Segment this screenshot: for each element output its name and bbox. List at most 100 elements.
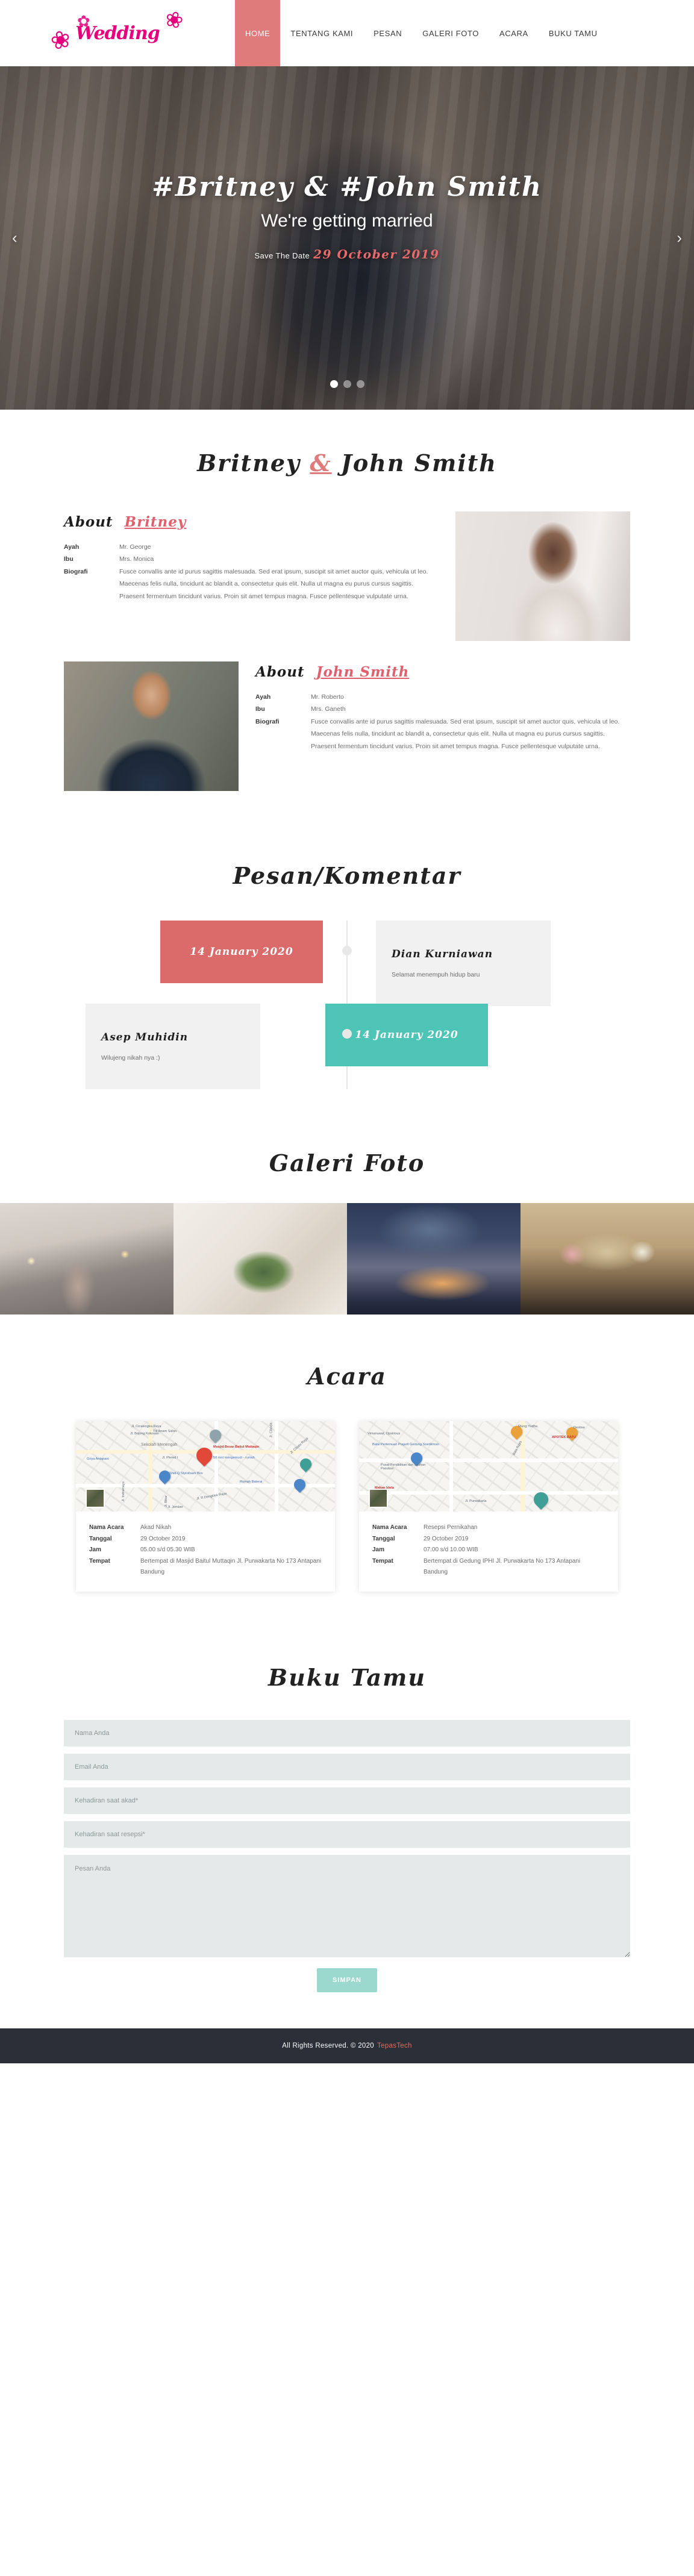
map-street-thumbnail-akad[interactable] (86, 1489, 105, 1508)
about-bride-key-ayah: Ayah (64, 543, 80, 551)
about-bride-value-ibu: Mrs. Monica (119, 555, 154, 563)
email-anda-input[interactable] (64, 1753, 630, 1780)
map-label-jl-indramayu: Jl. Indramayu (121, 1481, 125, 1502)
about-groom-heading-name: John Smith (316, 664, 410, 680)
nav-item-tentang-kami[interactable]: TENTANG KAMI (280, 0, 363, 66)
nav-item-buku-tamu[interactable]: BUKU TAMU (539, 0, 608, 66)
about-groom-key-ayah: Ayah (255, 693, 271, 701)
carousel-dot-1[interactable] (330, 380, 338, 388)
gallery-photo-2[interactable] (174, 1203, 347, 1315)
about-groom-heading: About John Smith (255, 664, 630, 680)
about-groom-row-ibu: Ibu Mrs. Ganeth (255, 703, 630, 715)
save-the-date-label: Save The Date (254, 251, 310, 260)
nama-anda-input[interactable] (64, 1719, 630, 1746)
map-label-destisa: Destisa (574, 1426, 585, 1430)
hero-carousel: ‹ › #Britney & #John Smith We're getting… (0, 66, 694, 410)
acara-map-akad[interactable]: Titi Anam Salon Masjid Besar Baitul Mutt… (76, 1421, 335, 1512)
about-groom-key-biografi: Biografi (255, 717, 280, 725)
acara-akad-value-jam: 05.00 s/d 05.30 WIB (140, 1546, 195, 1553)
carousel-dot-2[interactable] (343, 380, 351, 388)
about-bride-row-ayah: Ayah Mr. George (64, 541, 439, 553)
about-bride-value-biografi: Fusce convallis ante id purus sagittis m… (119, 567, 428, 600)
buku-tamu-section-title: Buku Tamu (267, 1663, 427, 1691)
pesan-entry-2-name: Asep Muhidin (101, 1031, 189, 1043)
map-road-horizontal-r2 (359, 1491, 618, 1495)
acara-map-resepsi[interactable]: Riung Yudha Destisa APOTEK BATU Vimanuwa… (359, 1421, 618, 1512)
map-street-thumbnail-resepsi[interactable] (369, 1489, 388, 1508)
footer-credit-link[interactable]: TepasTech (377, 2042, 412, 2049)
map-label-jl-plered: Jl. Plered I (162, 1456, 178, 1460)
carousel-next-arrow-icon[interactable]: › (671, 223, 688, 254)
acara-resepsi-key-nama: Nama Acara (372, 1524, 407, 1531)
floral-flourish-right-icon: ❀ (161, 5, 187, 34)
pesan-entry-2-date: 14 January 2020 (355, 1029, 458, 1041)
about-groom-text: About John Smith Ayah Mr. Roberto Ibu Mr… (255, 661, 630, 752)
acara-section-title: Acara (307, 1363, 387, 1390)
brand-logo[interactable]: ❀ ✿ Wedding ❀ (48, 5, 186, 56)
pesan-entry-2-date-row: Asep Muhidin Wilujeng nikah nya :) 14 Ja… (64, 1004, 630, 1089)
acara-card-resepsi-body: Nama Acara Resepsi Pernikahan Tanggal 29… (359, 1512, 618, 1592)
gallery-photo-4[interactable] (520, 1203, 694, 1315)
nav-item-acara[interactable]: ACARA (489, 0, 539, 66)
timeline-node-1 (342, 946, 352, 955)
about-groom-heading-prefix: About (255, 664, 305, 680)
acara-akad-row-jam: Jam 05.00 s/d 05.30 WIB (89, 1545, 322, 1556)
acara-card-akad-body: Nama Acara Akad Nikah Tanggal 29 October… (76, 1512, 335, 1592)
gallery-photo-1[interactable] (0, 1203, 174, 1315)
simpan-button[interactable]: SIMPAN (317, 1968, 377, 1992)
kehadiran-resepsi-input[interactable] (64, 1821, 630, 1848)
pesan-entry-1-date-row: 14 January 2020 Dian Kurniawan Selamat m… (64, 921, 630, 1006)
map-road-vertical-3 (275, 1421, 278, 1512)
timeline-node-2 (342, 1029, 352, 1039)
acara-akad-row-tanggal: Tanggal 29 October 2019 (89, 1534, 322, 1545)
map-label-jl-bojong: Jl. Bojong Kokosan (130, 1432, 159, 1436)
map-label-rumah-baterai: Rumah Baterai (240, 1480, 263, 1484)
acara-resepsi-key-tanggal: Tanggal (372, 1535, 395, 1542)
submit-row: SIMPAN (64, 1968, 630, 1992)
about-groom-row-ayah: Ayah Mr. Roberto (255, 691, 630, 703)
acara-akad-value-tanggal: 29 October 2019 (140, 1535, 186, 1542)
gallery-photo-3[interactable] (347, 1203, 520, 1315)
about-bride-value-ayah: Mr. George (119, 543, 151, 551)
top-navbar: ❀ ✿ Wedding ❀ HOME TENTANG KAMI PESAN GA… (0, 0, 694, 66)
nav-item-galeri-foto[interactable]: GALERI FOTO (412, 0, 489, 66)
pesan-timeline: 14 January 2020 Dian Kurniawan Selamat m… (64, 921, 630, 1089)
hero-subtitle: We're getting married (261, 211, 433, 231)
carousel-dot-3[interactable] (356, 380, 364, 388)
about-groom-photo-frame (64, 661, 239, 791)
acara-resepsi-value-tempat: Bertempat di Gedung IPHI Jl. Purwakarta … (424, 1557, 581, 1576)
map-label-jl-jember: Jl. Jember (167, 1505, 183, 1509)
acara-card-resepsi: Riung Yudha Destisa APOTEK BATU Vimanuwa… (359, 1421, 618, 1592)
acara-resepsi-key-tempat: Tempat (372, 1557, 393, 1565)
about-bride-heading: About Britney (64, 514, 439, 530)
acara-cards: Titi Anam Salon Masjid Besar Baitul Mutt… (0, 1421, 694, 1592)
map-road-horizontal-r1 (359, 1458, 618, 1462)
map-label-styrofoam: Shid-Q Styrofoam Box (169, 1472, 203, 1475)
about-bride-heading-prefix: About (64, 514, 113, 530)
about-section: Britney & John Smith About Britney Ayah … (0, 410, 694, 815)
nav-item-pesan[interactable]: PESAN (363, 0, 412, 66)
page-footer: All Rights Reserved. © 2020 TepasTech (0, 2028, 694, 2063)
pesan-anda-textarea[interactable] (64, 1854, 630, 1957)
about-bride-block: About Britney Ayah Mr. George Ibu Mrs. M… (64, 511, 630, 641)
map-label-riung-yudha: Riung Yudha (518, 1425, 537, 1428)
acara-section: Acara Titi Anam Salon Masjid Besar Baitu… (0, 1315, 694, 1634)
pesan-section-title: Pesan/Komentar (233, 862, 461, 889)
nav-menu: HOME TENTANG KAMI PESAN GALERI FOTO ACAR… (235, 0, 608, 66)
brand-logo-wrap[interactable]: ❀ ✿ Wedding ❀ (0, 0, 235, 66)
map-label-pusdiklat: Pusat Pendidikan dan Latihan Pasukan (381, 1463, 426, 1471)
kehadiran-akad-input[interactable] (64, 1787, 630, 1814)
about-title-groom: John Smith (340, 449, 497, 477)
acara-akad-value-nama: Akad Nikah (140, 1524, 172, 1531)
map-label-sekolah: Sekolah Menengah (141, 1443, 178, 1447)
about-bride-text: About Britney Ayah Mr. George Ibu Mrs. M… (64, 511, 439, 602)
about-section-title: Britney & John Smith (64, 449, 630, 477)
acara-akad-key-nama: Nama Acara (89, 1524, 124, 1531)
acara-resepsi-row-jam: Jam 07.00 s/d 10.00 WIB (372, 1545, 605, 1556)
about-bride-heading-name: Britney (124, 514, 187, 530)
carousel-prev-arrow-icon[interactable]: ‹ (6, 223, 23, 254)
nav-item-home[interactable]: HOME (235, 0, 281, 66)
map-label-drive-time: 58 mnt mengemudi - rumah (213, 1456, 255, 1460)
about-bride-photo-frame (455, 511, 630, 641)
about-groom-value-ibu: Mrs. Ganeth (311, 705, 346, 713)
